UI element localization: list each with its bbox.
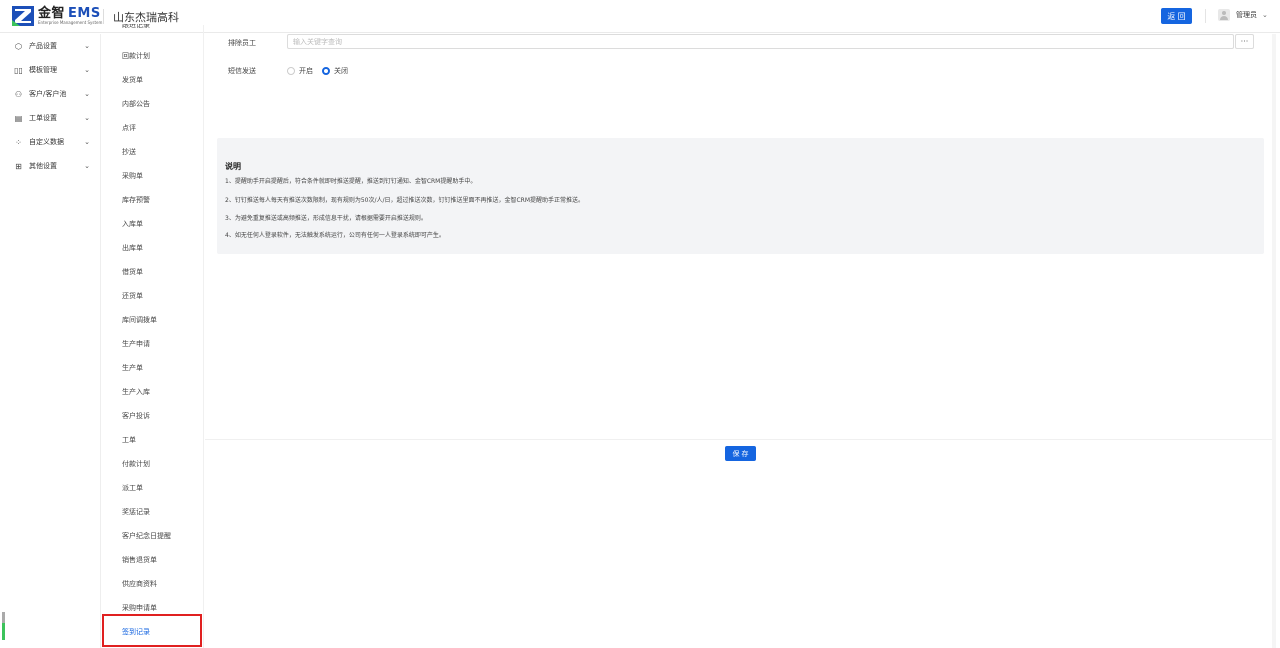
- back-button[interactable]: 返 回: [1161, 8, 1192, 24]
- chevron-down-icon: ⌄: [84, 66, 90, 74]
- header-divider: [103, 9, 104, 24]
- chevron-down-icon: ⌄: [84, 42, 90, 50]
- cube-icon: ⬡: [15, 41, 22, 51]
- submenu-item[interactable]: 跟进记录: [122, 24, 150, 30]
- notice-line: 3、为避免重复推送或高频推送，形成信息干扰，请根据需要开启推送规则。: [225, 215, 427, 222]
- submenu-item[interactable]: 还货单: [122, 291, 143, 301]
- sidebar-item[interactable]: ⬡ 产品设置 ⌄: [14, 39, 94, 53]
- company-name: 山东杰瑞高科: [113, 11, 179, 24]
- submenu: 跟进记录回款计划发货单内部公告点评抄送采购单库存预警入库单出库单借货单还货单库间…: [101, 24, 204, 648]
- save-button[interactable]: 保 存: [725, 446, 756, 461]
- submenu-item[interactable]: 奖惩记录: [122, 507, 150, 517]
- exclude-employee-label: 排除员工: [228, 39, 256, 47]
- submenu-item[interactable]: 入库单: [122, 219, 143, 229]
- submenu-item[interactable]: 点评: [122, 123, 136, 133]
- submenu-item[interactable]: 抄送: [122, 147, 136, 157]
- submenu-item[interactable]: 回款计划: [122, 51, 150, 61]
- people-icon: ⚇: [14, 89, 23, 99]
- highlight-box: [102, 614, 202, 647]
- logo-title: 金智 EMS: [38, 6, 101, 21]
- sidebar-item-label: 其他设置: [29, 162, 57, 170]
- notice-line: 4、如无任何人登录软件，无法触发系统运行，公司有任何一人登录系统即可产生。: [225, 232, 445, 239]
- more-options-button[interactable]: ···: [1235, 34, 1254, 49]
- header-divider: [1205, 9, 1206, 23]
- notice-line: 1、提醒助手开启提醒后，符合条件就即时推送提醒，推送到钉钉通知、金智CRM提醒助…: [225, 178, 477, 185]
- submenu-item[interactable]: 派工单: [122, 483, 143, 493]
- template-icon: ▯▯: [14, 65, 23, 75]
- submenu-item[interactable]: 生产单: [122, 363, 143, 373]
- search-input[interactable]: 输入关键字查询: [287, 34, 1234, 49]
- app-logo[interactable]: 金智 EMS Enterprise Management System: [12, 6, 102, 26]
- chevron-down-icon: ⌄: [84, 138, 90, 146]
- sidebar-item[interactable]: ⊞ 其他设置 ⌄: [14, 159, 94, 173]
- sidebar-item[interactable]: ⚇ 客户/客户池 ⌄: [14, 87, 94, 101]
- sidebar-item-label: 工单设置: [29, 114, 57, 122]
- search-placeholder: 输入关键字查询: [293, 37, 342, 46]
- sidebar-item[interactable]: ▯▯ 模板管理 ⌄: [14, 63, 94, 77]
- submenu-item[interactable]: 生产申请: [122, 339, 150, 349]
- avatar-icon: [1218, 9, 1230, 21]
- submenu-item[interactable]: 库存预警: [122, 195, 150, 205]
- submenu-item[interactable]: 采购申请单: [122, 603, 157, 613]
- submenu-item[interactable]: 付款计划: [122, 459, 150, 469]
- sms-label: 短信发送: [228, 67, 256, 75]
- submenu-item[interactable]: 采购单: [122, 171, 143, 181]
- sidebar-item-label: 模板管理: [29, 66, 57, 74]
- submenu-item[interactable]: 客户投诉: [122, 411, 150, 421]
- logo-subtitle: Enterprise Management System: [38, 20, 103, 25]
- ticket-icon: ▤: [14, 113, 23, 123]
- scrollbar[interactable]: [1272, 34, 1276, 648]
- chevron-down-icon: ⌄: [84, 162, 90, 170]
- chevron-down-icon: ⌄: [84, 90, 90, 98]
- sms-off-radio[interactable]: [322, 67, 330, 75]
- sidebar-item-label: 自定义数据: [29, 138, 64, 146]
- sms-off-label[interactable]: 关闭: [334, 66, 348, 76]
- sidebar-item[interactable]: ▤ 工单设置 ⌄: [14, 111, 94, 125]
- chevron-down-icon: ⌄: [1262, 11, 1268, 19]
- status-indicator: [2, 612, 5, 640]
- submenu-item[interactable]: 出库单: [122, 243, 143, 253]
- sidebar-item-label: 产品设置: [29, 42, 57, 50]
- submenu-item[interactable]: 借货单: [122, 267, 143, 277]
- divider: [205, 439, 1272, 440]
- submenu-item[interactable]: 库间调拨单: [122, 315, 157, 325]
- sms-radio-group: 开启 关闭: [287, 66, 357, 76]
- submenu-item[interactable]: 生产入库: [122, 387, 150, 397]
- user-menu[interactable]: 管理员 ⌄: [1218, 9, 1268, 21]
- user-name: 管理员: [1236, 11, 1257, 19]
- notice-line: 2、钉钉推送每人每天有推送次数限制，现有规则为50次/人/日，超过推送次数，钉钉…: [225, 197, 585, 204]
- sms-on-label[interactable]: 开启: [299, 66, 313, 76]
- logo-mark-icon: [12, 6, 34, 26]
- sidebar-item-label: 客户/客户池: [29, 90, 67, 98]
- chevron-down-icon: ⌄: [84, 114, 90, 122]
- notice-title: 说明: [225, 162, 241, 171]
- custom-data-icon: ⁘: [15, 137, 22, 147]
- submenu-item[interactable]: 客户纪念日提醒: [122, 531, 171, 541]
- grid-icon: ⊞: [15, 161, 22, 171]
- notice-panel: 说明 1、提醒助手开启提醒后，符合条件就即时推送提醒，推送到钉钉通知、金智CRM…: [217, 138, 1264, 254]
- submenu-item[interactable]: 发货单: [122, 75, 143, 85]
- submenu-item[interactable]: 供应商资料: [122, 579, 157, 589]
- sidebar: ⬡ 产品设置 ⌄ ▯▯ 模板管理 ⌄ ⚇ 客户/客户池 ⌄ ▤ 工单设置 ⌄ ⁘ 自定义数据 ⌄ ⊞ 其他设置 ⌄: [0, 34, 101, 648]
- sidebar-item[interactable]: ⁘ 自定义数据 ⌄: [14, 135, 94, 149]
- submenu-item[interactable]: 销售退货单: [122, 555, 157, 565]
- sms-on-radio[interactable]: [287, 67, 295, 75]
- submenu-item[interactable]: 工单: [122, 435, 136, 445]
- submenu-item[interactable]: 内部公告: [122, 99, 150, 109]
